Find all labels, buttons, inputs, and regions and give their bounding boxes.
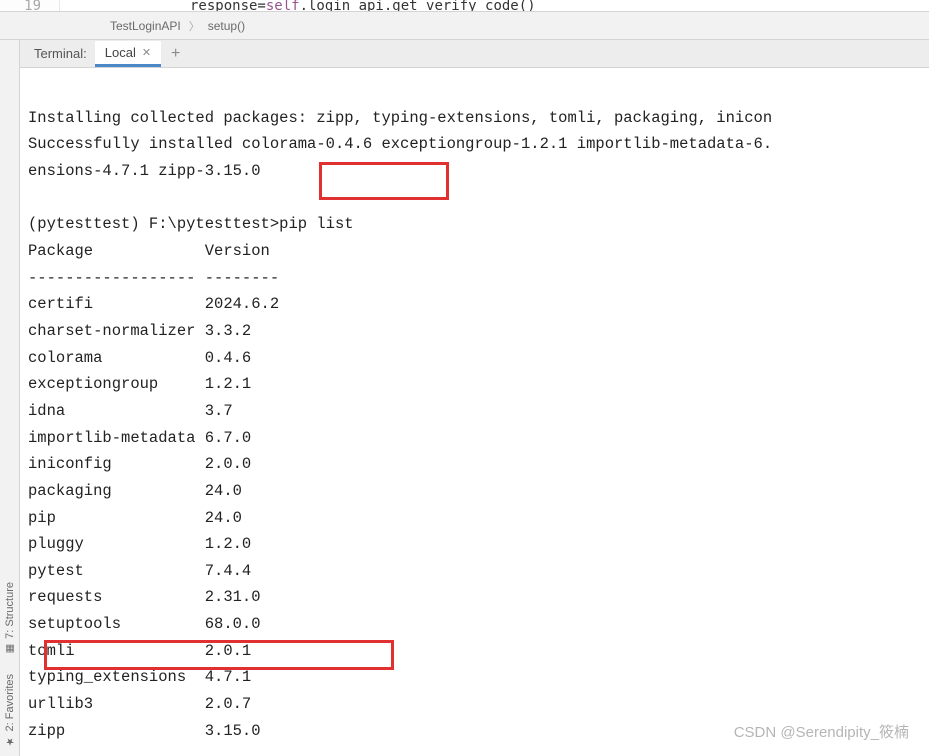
structure-icon: ▦ xyxy=(4,643,15,654)
structure-tool-tab[interactable]: ▦ 7: Structure xyxy=(2,572,18,664)
prompt-env: (pytesttest) xyxy=(28,215,149,233)
terminal-tab-label: Local xyxy=(105,45,136,60)
prompt-command: pip list xyxy=(279,215,353,233)
code-self: self xyxy=(266,0,300,12)
terminal-label: Terminal: xyxy=(28,46,93,61)
breadcrumb-class[interactable]: TestLoginAPI xyxy=(110,19,181,33)
terminal-output[interactable]: Installing collected packages: zipp, typ… xyxy=(20,68,929,756)
breadcrumb-method[interactable]: setup() xyxy=(208,19,245,33)
prompt-path: F:\pytesttest> xyxy=(149,215,279,233)
favorites-label: 2: Favorites xyxy=(4,674,16,731)
breadcrumb: TestLoginAPI 〉 setup() xyxy=(0,12,929,40)
structure-label: 7: Structure xyxy=(4,582,16,639)
prompt-line: (pytesttest) F:\pytesttest>pip list xyxy=(28,215,354,233)
star-icon: ★ xyxy=(4,735,15,746)
left-tool-strip: ▦ 7: Structure ★ 2: Favorites xyxy=(0,40,20,756)
editor-code[interactable]: response=self.login_api.get_verify_code(… xyxy=(60,0,536,12)
highlight-pip-list xyxy=(319,162,449,200)
terminal-panel: Terminal: Local ✕ + Installing collected… xyxy=(20,40,929,756)
table-sep: ------------------ -------- xyxy=(28,269,279,287)
terminal-tabbar: Terminal: Local ✕ + xyxy=(20,40,929,68)
favorites-tool-tab[interactable]: ★ 2: Favorites xyxy=(2,664,18,756)
breadcrumb-sep: 〉 xyxy=(189,18,200,34)
table-header: Package Version xyxy=(28,242,270,260)
code-suffix: .login_api.get_verify_code() xyxy=(300,0,536,12)
line-number: 19 xyxy=(0,0,60,12)
code-prefix: response= xyxy=(190,0,266,12)
close-icon[interactable]: ✕ xyxy=(142,46,151,59)
terminal-tab-local[interactable]: Local ✕ xyxy=(95,41,161,67)
output-line: Successfully installed colorama-0.4.6 ex… xyxy=(28,135,772,153)
output-line: ensions-4.7.1 zipp-3.15.0 xyxy=(28,162,261,180)
package-table: certifi 2024.6.2 charset-normalizer 3.3.… xyxy=(28,291,921,744)
add-terminal-button[interactable]: + xyxy=(163,45,188,63)
editor-line: 19 response=self.login_api.get_verify_co… xyxy=(0,0,929,12)
output-line: Installing collected packages: zipp, typ… xyxy=(28,109,772,127)
